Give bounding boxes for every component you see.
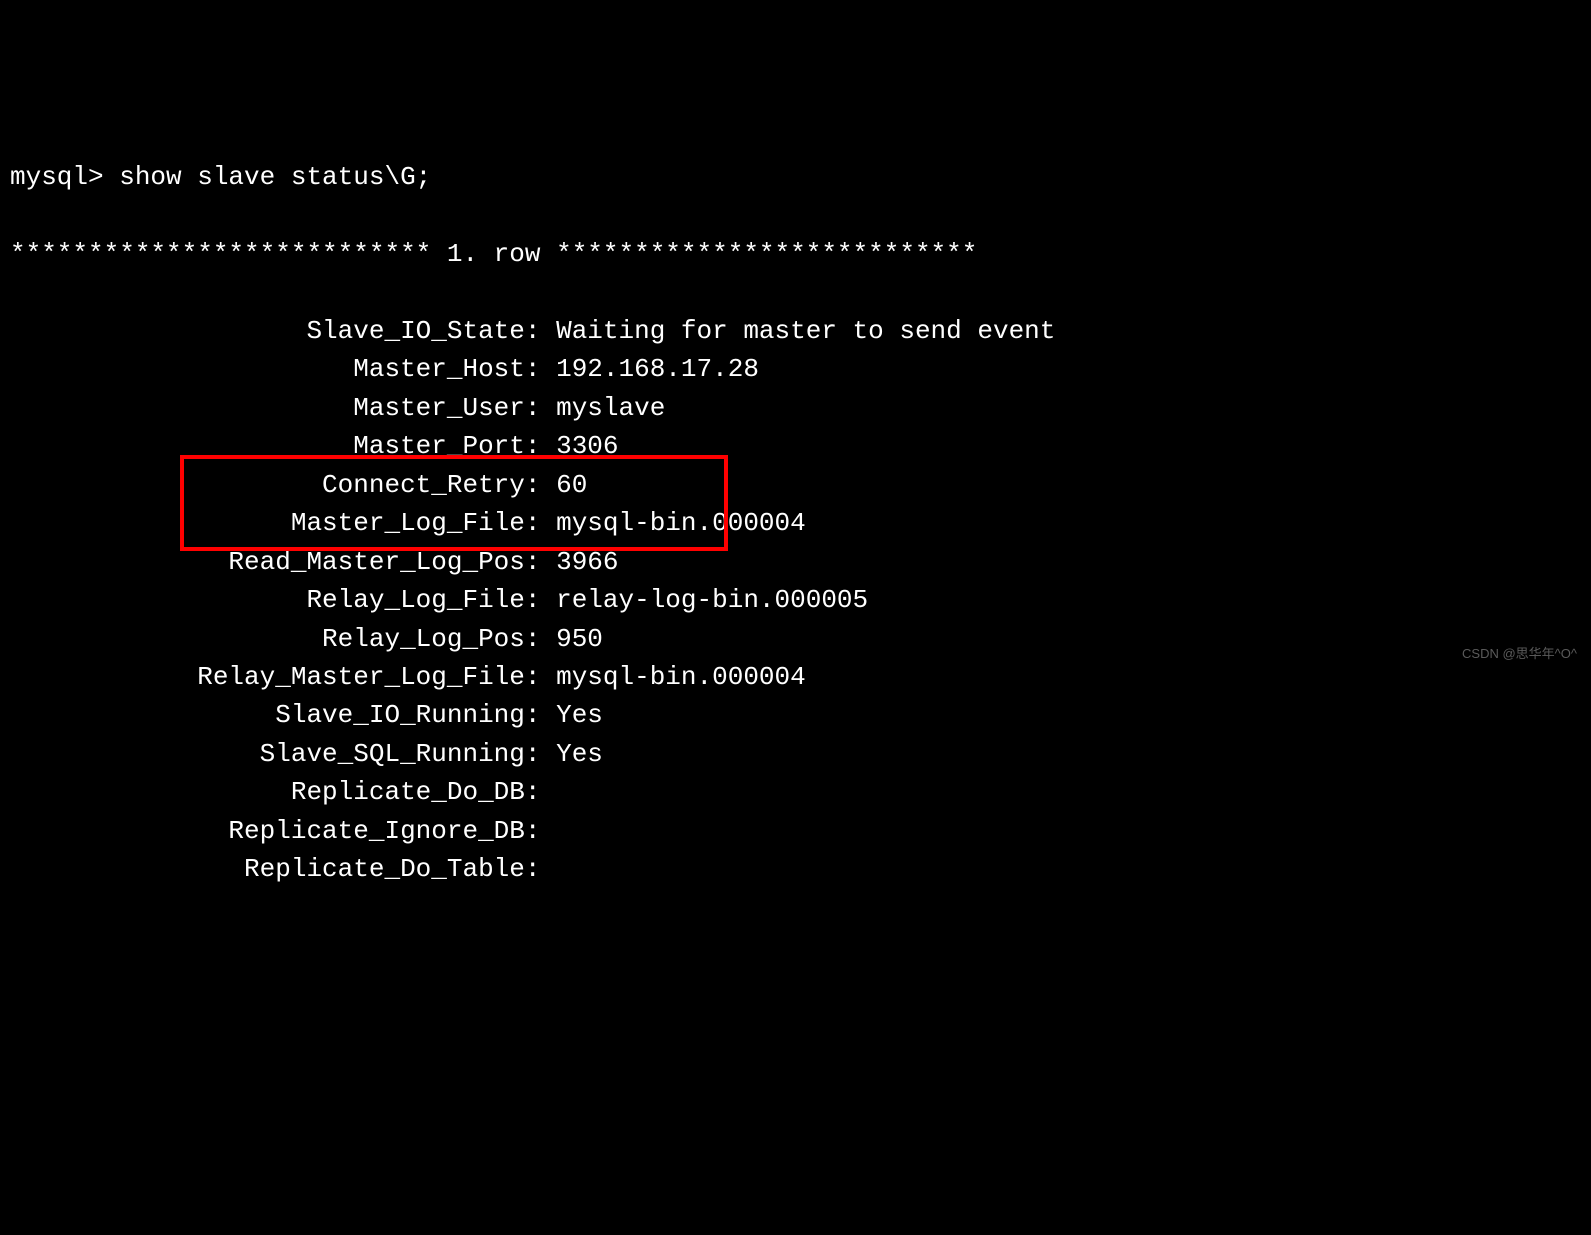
field-line: Replicate_Do_DB:: [10, 773, 1581, 811]
field-line: Slave_IO_State: Waiting for master to se…: [10, 312, 1581, 350]
field-line: Slave_IO_Running: Yes: [10, 696, 1581, 734]
slave-status-fields: Slave_IO_State: Waiting for master to se…: [10, 312, 1581, 889]
field-line: Replicate_Ignore_DB:: [10, 812, 1581, 850]
watermark: CSDN @思华年^O^: [1462, 644, 1577, 663]
mysql-prompt[interactable]: mysql> show slave status\G;: [10, 158, 1581, 196]
field-line: Relay_Log_Pos: 950: [10, 620, 1581, 658]
field-line: Replicate_Do_Table:: [10, 850, 1581, 888]
field-line: Master_Port: 3306: [10, 427, 1581, 465]
field-line: Master_User: myslave: [10, 389, 1581, 427]
field-line: Slave_SQL_Running: Yes: [10, 735, 1581, 773]
field-line: Master_Log_File: mysql-bin.000004: [10, 504, 1581, 542]
field-line: Relay_Master_Log_File: mysql-bin.000004: [10, 658, 1581, 696]
field-line: Read_Master_Log_Pos: 3966: [10, 543, 1581, 581]
row-header: *************************** 1. row *****…: [10, 235, 1581, 273]
field-line: Relay_Log_File: relay-log-bin.000005: [10, 581, 1581, 619]
field-line: Connect_Retry: 60: [10, 466, 1581, 504]
field-line: Master_Host: 192.168.17.28: [10, 350, 1581, 388]
